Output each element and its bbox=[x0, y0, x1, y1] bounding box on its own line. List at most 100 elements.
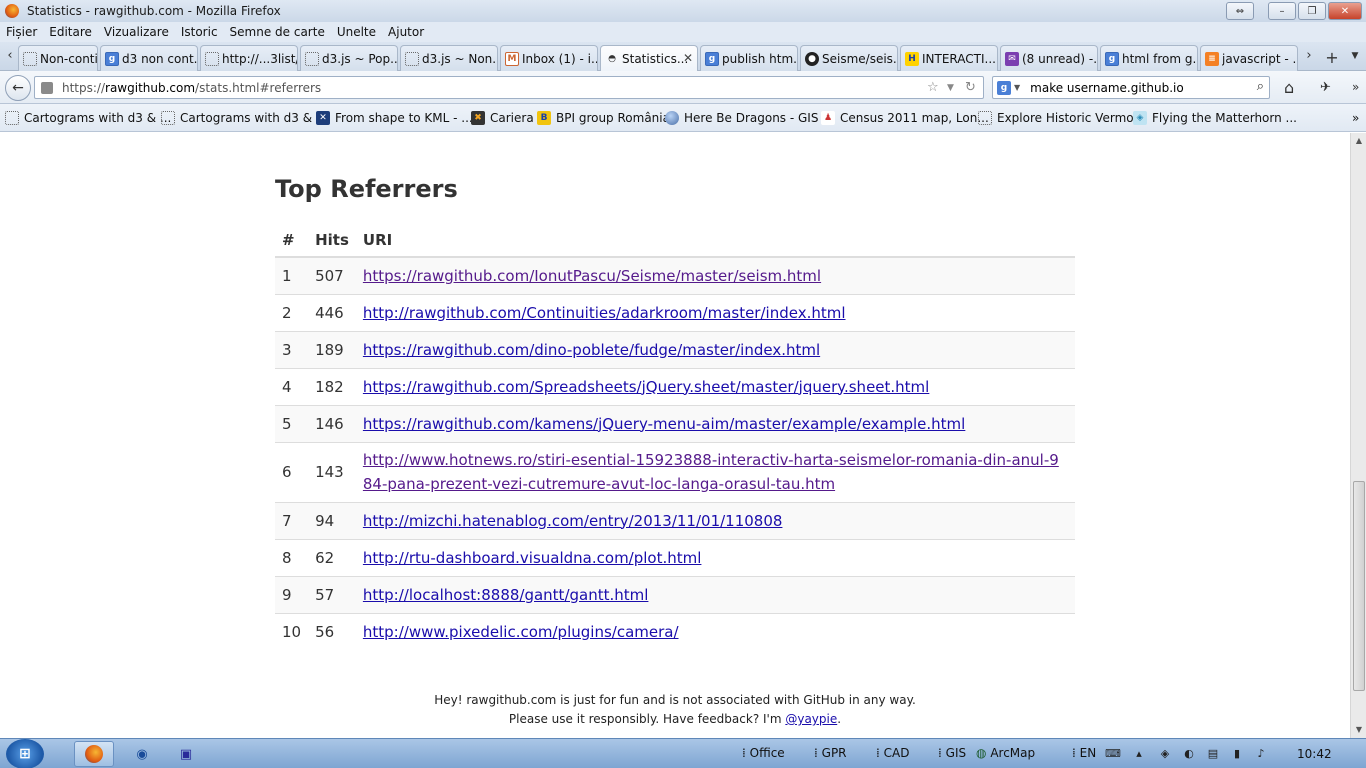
table-row: 10 56 http://www.pixedelic.com/plugins/cam… bbox=[275, 612, 1075, 650]
vertical-scrollbar[interactable]: ▲ ▼ bbox=[1350, 133, 1366, 738]
reload-icon[interactable]: ↻ bbox=[965, 80, 976, 95]
url-bar[interactable]: https://rawgithub.com/stats.html#referre… bbox=[34, 76, 984, 99]
tray-arrow-icon[interactable]: ▴ bbox=[1132, 747, 1146, 761]
list-all-tabs-icon[interactable]: ▼ bbox=[1348, 51, 1362, 69]
network-signal-icon[interactable]: ▮ bbox=[1230, 747, 1244, 761]
row-hits: 146 bbox=[308, 404, 356, 442]
tab-statistics-active[interactable]: ◓ Statistics... ✕ bbox=[600, 45, 698, 72]
referrer-link[interactable]: http://www.hotnews.ro/stiri-esential-159… bbox=[363, 451, 1059, 493]
tab-12[interactable]: g html from g... bbox=[1100, 45, 1198, 71]
column-header-uri: URI bbox=[355, 223, 1075, 258]
bookmark-item[interactable]: Here Be Dragons - GIS ... bbox=[665, 110, 834, 126]
toolbar-group-office[interactable]: ⁞ Office bbox=[742, 746, 785, 760]
taskbar-app[interactable]: ◉ bbox=[122, 741, 162, 767]
bookmark-item[interactable]: ✕ From shape to KML - ... bbox=[316, 110, 473, 126]
tray-app-icon[interactable]: ◈ bbox=[1158, 747, 1172, 761]
tab-4[interactable]: d3.js ~ Pop... bbox=[300, 45, 398, 71]
menu-history[interactable]: Istoric bbox=[181, 25, 218, 39]
restore-tabs-button[interactable]: ⇔ bbox=[1226, 2, 1254, 20]
close-tab-icon[interactable]: ✕ bbox=[683, 51, 693, 65]
tray-device-icon[interactable]: ▤ bbox=[1206, 747, 1220, 761]
stackoverflow-icon: ≡ bbox=[1205, 51, 1219, 66]
toolbar-group-gpr[interactable]: ⁞ GPR bbox=[814, 746, 847, 760]
toolbar-group-arcmap[interactable]: ◍ ArcMap bbox=[976, 746, 1035, 760]
bookmark-item[interactable]: ✖ Cariera bbox=[471, 110, 534, 126]
referrer-link[interactable]: http://www.pixedelic.com/plugins/camera/ bbox=[363, 623, 679, 641]
feedback-link[interactable]: @yaypie bbox=[785, 712, 837, 726]
page-icon bbox=[23, 51, 37, 66]
language-indicator[interactable]: ⁞ EN bbox=[1072, 746, 1096, 760]
menu-bookmarks[interactable]: Semne de carte bbox=[230, 25, 325, 39]
bookmark-item[interactable]: Cartograms with d3 & ... bbox=[161, 110, 327, 126]
referrer-link[interactable]: http://mizchi.hatenablog.com/entry/2013/… bbox=[363, 512, 783, 530]
column-header-hits: Hits bbox=[308, 223, 356, 258]
back-button[interactable]: ← bbox=[5, 75, 31, 101]
bookmark-item[interactable]: B BPI group România bbox=[537, 110, 670, 126]
volume-icon[interactable]: ♪ bbox=[1254, 747, 1268, 761]
menu-file[interactable]: Fișier bbox=[6, 25, 37, 39]
search-bar[interactable]: g ▼ make username.github.io ⌕ bbox=[992, 76, 1270, 99]
referrer-link[interactable]: http://rawgithub.com/Continuities/adarkr… bbox=[363, 304, 846, 322]
referrer-link[interactable]: https://rawgithub.com/IonutPascu/Seisme/… bbox=[363, 267, 821, 285]
google-search-engine-icon[interactable]: g bbox=[997, 80, 1011, 95]
tab-scroll-left-icon[interactable]: ‹ bbox=[3, 48, 17, 66]
referrer-link[interactable]: https://rawgithub.com/dino-poblete/fudge… bbox=[363, 341, 820, 359]
bookmark-item[interactable]: Explore Historic Vermo... bbox=[978, 110, 1145, 126]
toolbar-group-gis[interactable]: ⁞ GIS bbox=[938, 746, 966, 760]
bookmark-item[interactable]: ♟ Census 2011 map, Lon... bbox=[821, 110, 989, 126]
menu-tools[interactable]: Unelte bbox=[337, 25, 376, 39]
page-icon bbox=[405, 51, 419, 66]
taskbar-app[interactable]: ▣ bbox=[166, 741, 206, 767]
tray-skype-icon[interactable]: ◐ bbox=[1182, 747, 1196, 761]
referrer-link[interactable]: http://localhost:8888/gantt/gantt.html bbox=[363, 586, 649, 604]
menu-view[interactable]: Vizualizare bbox=[104, 25, 169, 39]
table-row: 8 62 http://rtu-dashboard.visualdna.com/pl… bbox=[275, 538, 1075, 576]
keyboard-icon[interactable]: ⌨ bbox=[1105, 747, 1121, 761]
search-engine-dropdown-icon[interactable]: ▼ bbox=[1014, 83, 1020, 92]
bookmark-item[interactable]: Cartograms with d3 & ... bbox=[5, 110, 171, 126]
url-dropdown-icon[interactable]: ▼ bbox=[947, 83, 954, 93]
menu-edit[interactable]: Editare bbox=[49, 25, 92, 39]
scroll-up-icon[interactable]: ▲ bbox=[1351, 133, 1366, 149]
referrer-link[interactable]: https://rawgithub.com/kamens/jQuery-menu… bbox=[363, 415, 965, 433]
flying-icon: ◈ bbox=[1133, 111, 1147, 125]
home-icon[interactable]: ⌂ bbox=[1284, 78, 1294, 97]
site-identity-icon[interactable] bbox=[41, 81, 53, 94]
row-hits: 56 bbox=[308, 612, 356, 650]
tab-9[interactable]: ● Seisme/seis... bbox=[800, 45, 898, 71]
minimize-button[interactable]: – bbox=[1268, 2, 1296, 20]
search-input[interactable]: make username.github.io bbox=[1030, 81, 1184, 95]
bookmark-star-icon[interactable]: ☆ bbox=[927, 80, 939, 95]
overflow-chevron-icon[interactable]: » bbox=[1352, 80, 1359, 94]
row-hits: 189 bbox=[308, 330, 356, 368]
taskbar-firefox[interactable] bbox=[74, 741, 114, 767]
search-icon[interactable]: ⌕ bbox=[1257, 79, 1264, 94]
footer-text: Hey! rawgithub.com is just for fun and i… bbox=[434, 693, 916, 726]
close-window-button[interactable]: ✕ bbox=[1328, 2, 1362, 20]
tab-5[interactable]: d3.js ~ Non... bbox=[400, 45, 498, 71]
tab-1[interactable]: Non-contig... bbox=[18, 45, 98, 71]
toolbar-group-cad[interactable]: ⁞ CAD bbox=[876, 746, 909, 760]
tab-13[interactable]: ≡ javascript - ... bbox=[1200, 45, 1298, 71]
start-button[interactable]: ⊞ bbox=[6, 739, 44, 768]
row-hits: 94 bbox=[308, 501, 356, 539]
referrer-link[interactable]: https://rawgithub.com/Spreadsheets/jQuer… bbox=[363, 378, 929, 396]
tab-2[interactable]: g d3 non cont... bbox=[100, 45, 198, 71]
referrer-link[interactable]: http://rtu-dashboard.visualdna.com/plot.… bbox=[363, 549, 702, 567]
maximize-button[interactable]: ❐ bbox=[1298, 2, 1326, 20]
tab-scroll-right-icon[interactable]: › bbox=[1302, 48, 1316, 66]
menu-help[interactable]: Ajutor bbox=[388, 25, 424, 39]
row-uri: http://www.pixedelic.com/plugins/camera/ bbox=[355, 612, 1075, 650]
tab-6[interactable]: M Inbox (1) - i... bbox=[500, 45, 598, 71]
clock[interactable]: 10:42 bbox=[1297, 747, 1332, 761]
tab-8[interactable]: g publish htm... bbox=[700, 45, 798, 71]
scroll-down-icon[interactable]: ▼ bbox=[1351, 722, 1366, 738]
extension-icon[interactable]: ✈ bbox=[1320, 80, 1331, 95]
bookmark-item[interactable]: ◈ Flying the Matterhorn ... bbox=[1133, 110, 1297, 126]
tab-11[interactable]: ✉ (8 unread) -... bbox=[1000, 45, 1098, 71]
new-tab-icon[interactable]: + bbox=[1325, 48, 1339, 67]
tab-3[interactable]: http://...3list/ bbox=[200, 45, 298, 71]
tab-10[interactable]: H INTERACTI... bbox=[900, 45, 998, 71]
scrollbar-thumb[interactable] bbox=[1353, 481, 1365, 691]
bookmarks-overflow-icon[interactable]: » bbox=[1352, 110, 1359, 126]
